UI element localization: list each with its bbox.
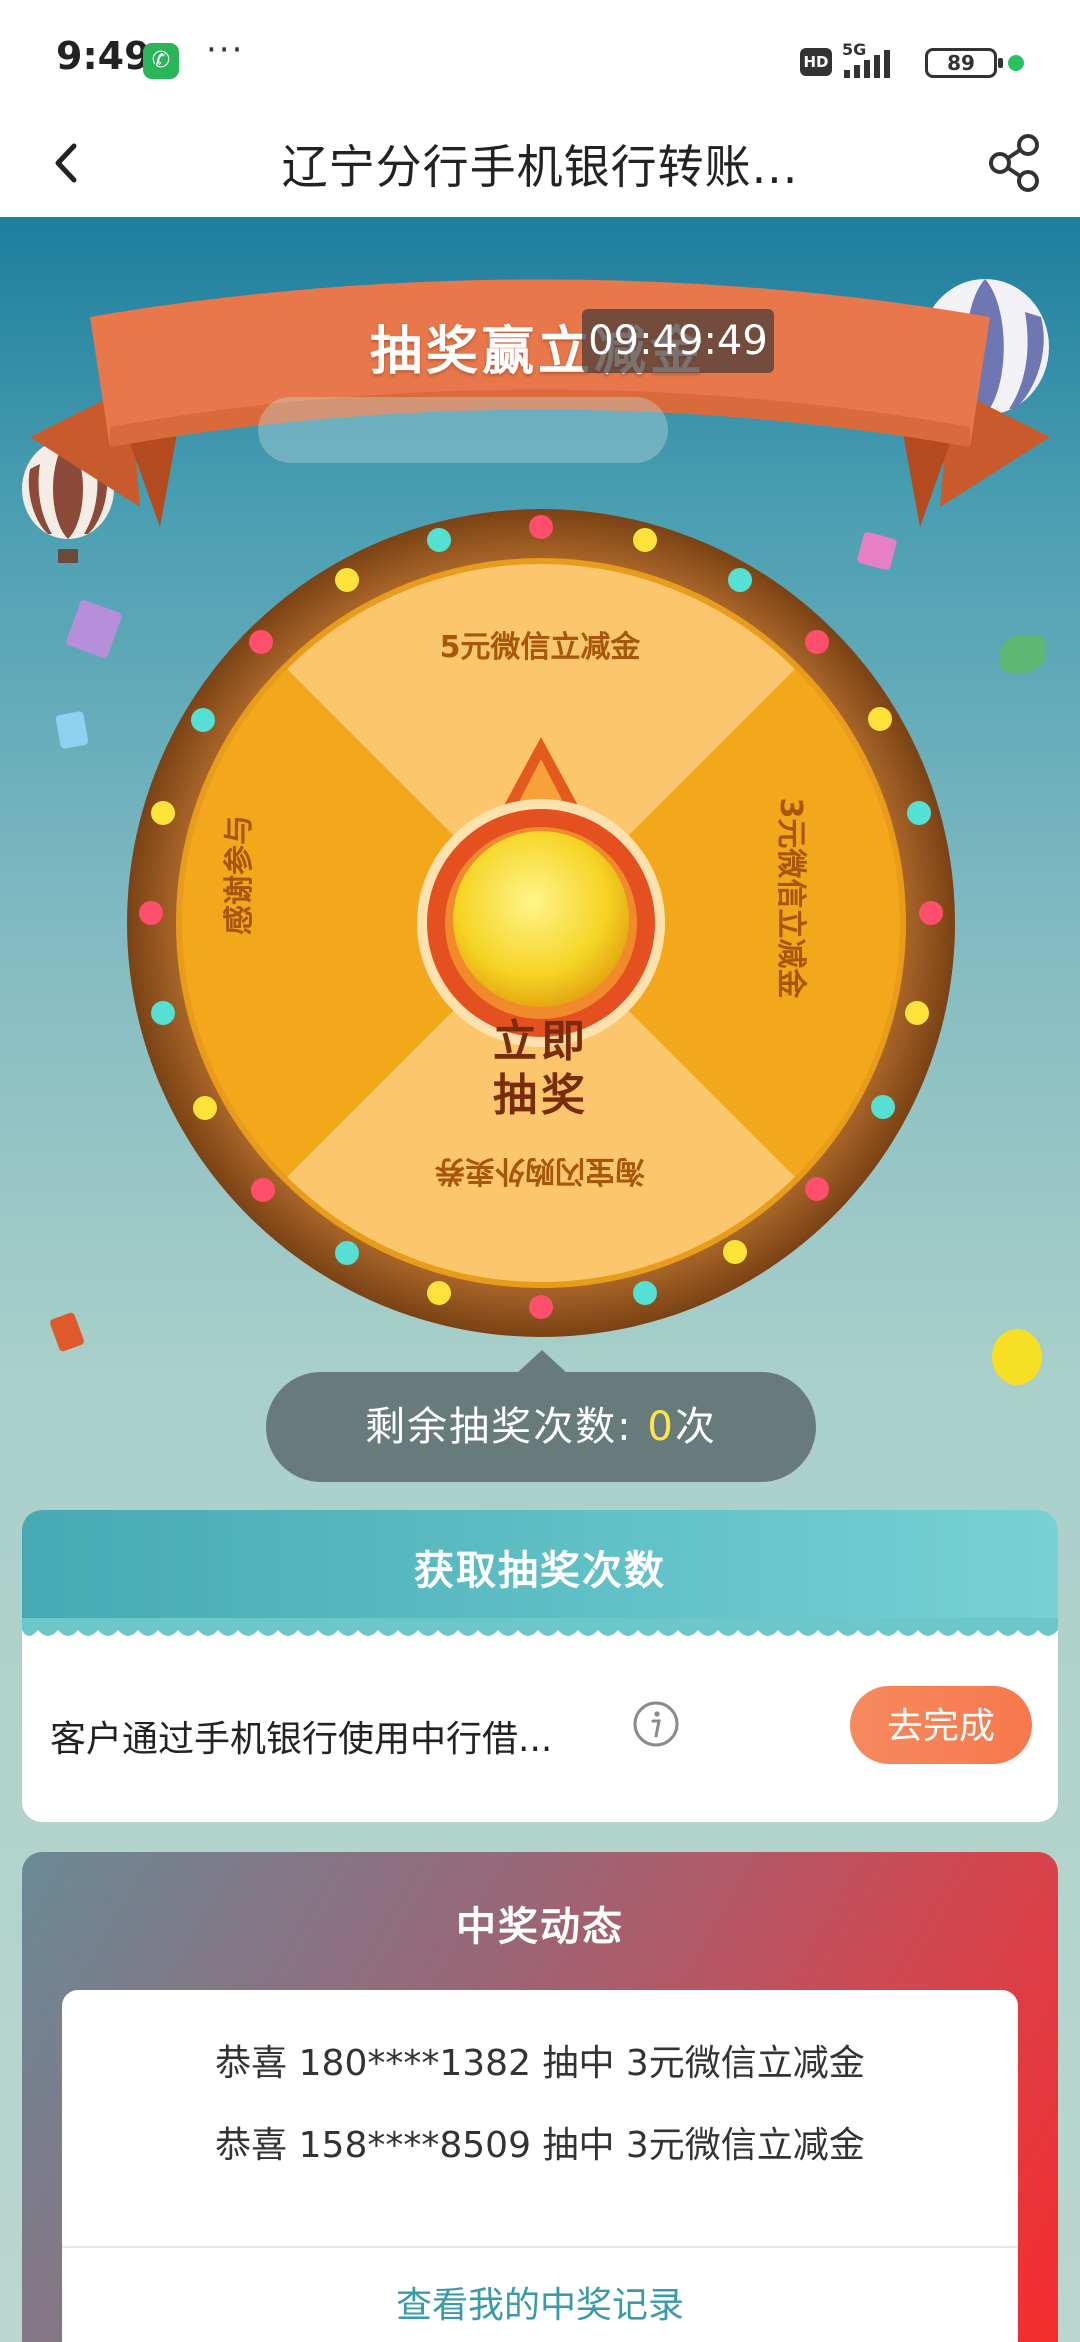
- winners-card: 中奖动态 恭喜 180****1382 抽中 3元微信立减金 恭喜 158***…: [22, 1852, 1058, 2342]
- battery-indicator: 89: [925, 48, 1003, 78]
- confetti-decoration: [992, 1329, 1042, 1385]
- time-overlay: 09:49:49: [582, 309, 774, 373]
- info-icon[interactable]: [632, 1700, 680, 1748]
- prize-segment-3yuan: 3元微信立减金: [773, 797, 808, 999]
- spin-label-line2: 抽奖: [493, 1070, 589, 1121]
- chevron-left-icon[interactable]: [40, 128, 100, 198]
- blurred-pill: [258, 397, 668, 463]
- signal-icon: [844, 50, 890, 78]
- remaining-label: 剩余抽奖次数:: [365, 1404, 633, 1450]
- get-chances-card: 获取抽奖次数 客户通过手机银行使用中行借... 去完成: [22, 1510, 1058, 1822]
- get-chances-header: 获取抽奖次数: [22, 1510, 1058, 1630]
- page-title: 辽宁分行手机银行转账...: [281, 140, 799, 194]
- remaining-count: 0: [647, 1404, 675, 1450]
- title-bar: 辽宁分行手机银行转账...: [0, 120, 1080, 217]
- confetti-decoration: [1000, 635, 1046, 673]
- winner-row: 恭喜 180****1382 抽中 3元微信立减金: [215, 2043, 865, 2084]
- prize-segment-thanks: 感谢参与: [222, 815, 257, 935]
- get-chances-title: 获取抽奖次数: [414, 1548, 666, 1594]
- spin-button[interactable]: 立即 抽奖: [456, 1015, 626, 1123]
- lottery-page: 抽奖赢立减金 09:49:49 5元微信立减金 3元微信立减金 淘宝闪购外卖券 …: [0, 217, 1080, 2342]
- complete-task-button[interactable]: 去完成: [850, 1686, 1032, 1764]
- divider: [62, 2246, 1018, 2248]
- scallop-divider: [22, 1618, 1058, 1636]
- confetti-decoration: [48, 1311, 86, 1353]
- prize-wheel[interactable]: 5元微信立减金 3元微信立减金 淘宝闪购外卖券 感谢参与 立即 抽奖: [125, 507, 957, 1339]
- task-description: 客户通过手机银行使用中行借...: [50, 1719, 553, 1760]
- status-bar: 9:49 ✆ ··· HD 5G 89: [0, 0, 1080, 120]
- spin-label-line1: 立即: [493, 1016, 589, 1067]
- privacy-dot: [1008, 55, 1024, 71]
- winner-row: 恭喜 158****8509 抽中 3元微信立减金: [215, 2125, 865, 2166]
- status-time: 9:49: [56, 34, 151, 78]
- prize-segment-taobao: 淘宝闪购外卖券: [435, 1153, 645, 1188]
- winners-list: 恭喜 180****1382 抽中 3元微信立减金 恭喜 158****8509…: [62, 1990, 1018, 2342]
- view-my-records-link[interactable]: 查看我的中奖记录: [62, 2276, 1018, 2328]
- remaining-unit: 次: [674, 1404, 717, 1450]
- winners-title: 中奖动态: [456, 1904, 624, 1950]
- phone-icon: ✆: [143, 43, 179, 79]
- more-notifications: ···: [206, 30, 245, 70]
- remaining-chances: 剩余抽奖次数: 0次: [266, 1350, 816, 1482]
- hd-badge: HD: [800, 48, 832, 76]
- prize-segment-5yuan: 5元微信立减金: [439, 630, 641, 665]
- confetti-decoration: [65, 598, 123, 660]
- share-icon[interactable]: [982, 128, 1048, 198]
- confetti-decoration: [55, 710, 89, 750]
